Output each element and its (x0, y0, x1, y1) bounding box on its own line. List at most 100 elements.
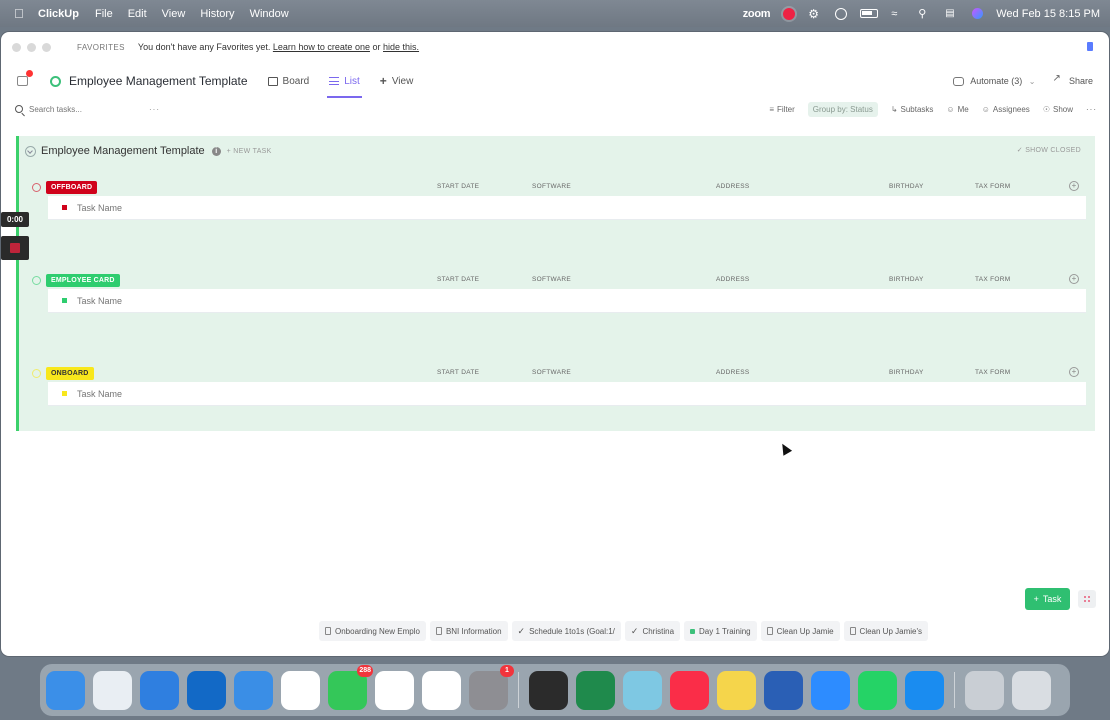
spotlight-search-icon[interactable]: ⚲ (918, 8, 932, 20)
column-address[interactable]: ADDRESS (716, 276, 750, 283)
zoom-menu-icon[interactable]: zoom (743, 8, 771, 20)
column-start-date[interactable]: START DATE (437, 276, 479, 283)
add-column-icon[interactable]: + (1069, 181, 1079, 191)
show-button[interactable]: ☉ Show (1043, 105, 1073, 114)
zoom-icon[interactable] (811, 670, 850, 710)
column-software[interactable]: SOFTWARE (532, 369, 571, 376)
dropbox-icon[interactable] (234, 670, 273, 710)
clock-datetime[interactable]: Wed Feb 15 8:15 PM (996, 8, 1100, 20)
task-name-input[interactable] (77, 202, 277, 213)
list-status-icon[interactable] (50, 75, 61, 87)
new-task-row[interactable] (48, 382, 1086, 406)
column-birthday[interactable]: BIRTHDAY (889, 276, 924, 283)
hide-favorites-link[interactable]: hide this. (383, 42, 419, 52)
column-address[interactable]: ADDRESS (716, 183, 750, 190)
chevron-down-icon[interactable]: ⌄ (1029, 77, 1036, 86)
slack-icon[interactable] (375, 670, 414, 710)
tray-item[interactable]: Clean Up Jamie (760, 621, 840, 641)
automate-button[interactable]: Automate (3) ⌄ (953, 76, 1036, 87)
status-pill[interactable]: OFFBOARD (46, 180, 98, 194)
more-options-icon[interactable]: ··· (149, 105, 160, 114)
add-column-icon[interactable]: + (1069, 367, 1079, 377)
status-circle-icon[interactable] (835, 7, 848, 20)
status-pill[interactable]: ONBOARD (46, 366, 94, 380)
column-software[interactable]: SOFTWARE (532, 276, 571, 283)
wifi-icon[interactable]: ≈ (891, 8, 905, 20)
tab-board[interactable]: Board (267, 62, 309, 100)
settings-icon[interactable]: 1 (469, 664, 514, 710)
info-icon[interactable]: i (211, 146, 221, 156)
column-tax-form[interactable]: TAX FORM (975, 276, 1011, 283)
column-birthday[interactable]: BIRTHDAY (889, 183, 924, 190)
column-software[interactable]: SOFTWARE (532, 183, 571, 190)
siri-icon[interactable] (972, 8, 984, 19)
notes-icon[interactable] (717, 670, 756, 710)
more-menu-icon[interactable]: ··· (1086, 105, 1097, 114)
menu-edit[interactable]: Edit (128, 8, 147, 20)
apps-grid-icon[interactable] (1078, 590, 1096, 608)
collapse-group-icon[interactable] (32, 368, 41, 378)
menu-app-name[interactable]: ClickUp (38, 8, 79, 20)
search-input[interactable] (29, 104, 139, 114)
sidebar-toggle-icon[interactable] (17, 70, 33, 86)
asana-icon[interactable] (422, 670, 461, 710)
recording-icon[interactable] (783, 7, 796, 20)
tray-item[interactable]: Onboarding New Emplo (319, 621, 426, 641)
apple-icon[interactable]:  (14, 6, 28, 21)
menu-view[interactable]: View (162, 8, 186, 20)
battery-icon[interactable] (860, 9, 879, 18)
word-icon[interactable] (764, 670, 803, 710)
status-pill[interactable]: EMPLOYEE CARD (46, 273, 120, 287)
minimize-window-button[interactable] (27, 42, 36, 52)
task-name-input[interactable] (77, 295, 277, 306)
collapse-list-icon[interactable] (25, 145, 36, 157)
tray-item[interactable]: ✓ Christina (624, 621, 681, 641)
subtasks-button[interactable]: ↳ Subtasks (891, 105, 934, 114)
stop-recording-button[interactable] (1, 236, 29, 260)
messages-icon[interactable]: 288 (328, 664, 373, 710)
outlook-icon[interactable] (187, 670, 226, 710)
zoom-window-button[interactable] (42, 42, 51, 52)
learn-create-favorite-link[interactable]: Learn how to create one (273, 42, 370, 52)
menu-history[interactable]: History (200, 8, 234, 20)
maps-icon[interactable] (623, 670, 662, 710)
whatsapp-icon[interactable] (858, 670, 897, 710)
trash-icon[interactable] (1012, 670, 1051, 710)
add-task-button[interactable]: + Task (1025, 588, 1070, 610)
column-tax-form[interactable]: TAX FORM (975, 369, 1011, 376)
gear-icon[interactable]: ⚙ (808, 8, 822, 20)
column-start-date[interactable]: START DATE (437, 369, 479, 376)
tray-item[interactable]: ✓ Schedule 1to1s (Goal:1/ (511, 621, 621, 641)
new-task-row[interactable] (48, 196, 1086, 220)
appstore-icon[interactable] (905, 670, 944, 710)
collapse-group-icon[interactable] (32, 275, 41, 285)
tray-item[interactable]: Day 1 Training (684, 621, 757, 641)
pin-icon[interactable] (1087, 42, 1093, 51)
tab-list[interactable]: List (327, 62, 362, 100)
page-title[interactable]: Employee Management Template (69, 74, 248, 88)
new-task-row[interactable] (48, 289, 1086, 313)
menu-window[interactable]: Window (250, 8, 289, 20)
close-window-button[interactable] (12, 42, 21, 52)
safari-icon[interactable] (140, 670, 179, 710)
chrome-icon[interactable] (93, 670, 132, 710)
add-column-icon[interactable]: + (1069, 274, 1079, 284)
menu-file[interactable]: File (95, 8, 113, 20)
music-icon[interactable] (670, 670, 709, 710)
column-start-date[interactable]: START DATE (437, 183, 479, 190)
downloads-icon[interactable] (965, 670, 1004, 710)
excel-icon[interactable] (576, 670, 615, 710)
terminal-icon[interactable] (529, 670, 568, 710)
collapse-group-icon[interactable] (32, 182, 41, 192)
me-button[interactable]: ☺ Me (946, 105, 968, 114)
assignees-button[interactable]: ☺ Assignees (982, 105, 1030, 114)
column-birthday[interactable]: BIRTHDAY (889, 369, 924, 376)
filter-button[interactable]: ≡ Filter (769, 105, 794, 114)
group-by-button[interactable]: Group by: Status (807, 101, 878, 117)
column-address[interactable]: ADDRESS (716, 369, 750, 376)
tray-item[interactable]: BNI Information (429, 621, 508, 641)
control-center-icon[interactable]: ▤ (945, 8, 959, 20)
add-view-button[interactable]: + View (380, 62, 414, 100)
column-tax-form[interactable]: TAX FORM (975, 183, 1011, 190)
tray-item[interactable]: Clean Up Jamie's (843, 621, 928, 641)
